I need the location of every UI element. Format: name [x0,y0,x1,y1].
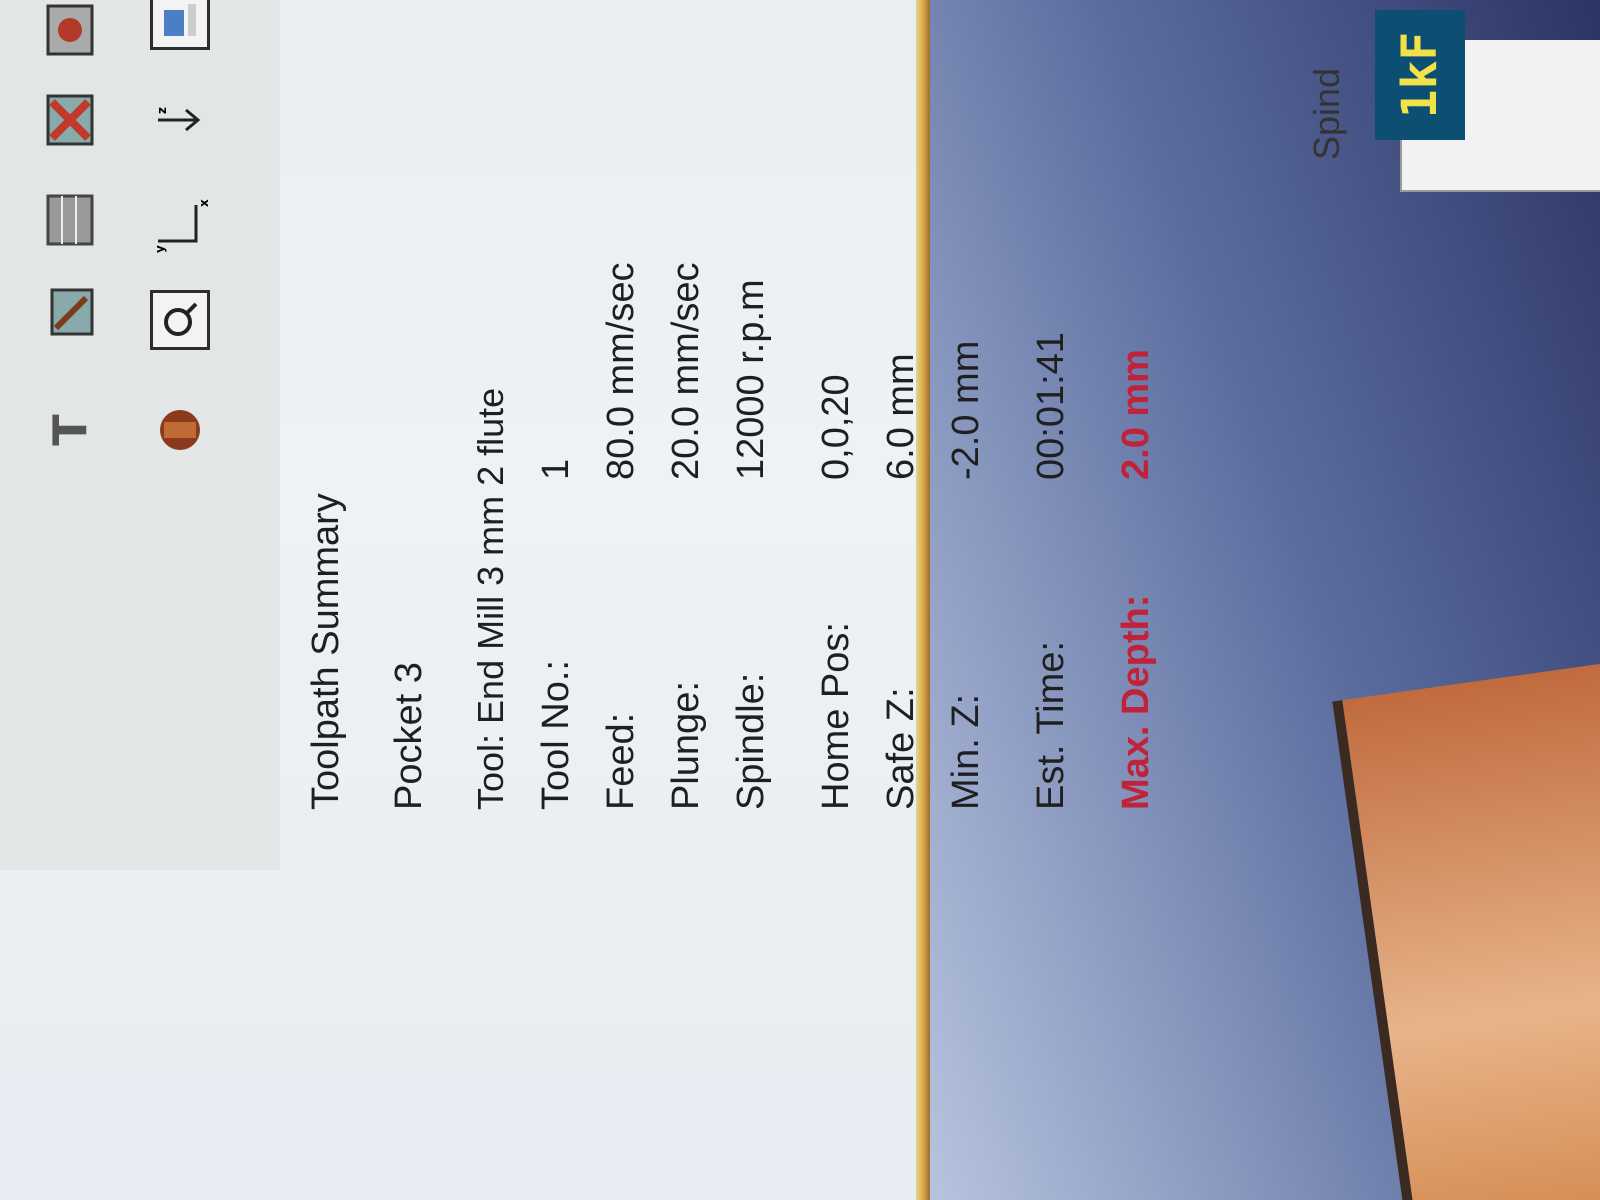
spindle-speed-display: 1kF [1375,10,1465,140]
svg-text:z: z [155,107,169,114]
tool-description: Tool: End Mill 3 mm 2 flute [470,387,511,810]
delete-icon[interactable] [40,90,100,150]
panel-border [916,0,930,1200]
row-value: 80.0 mm/sec [600,262,642,480]
svg-text:y: y [153,245,167,253]
svg-text:x: x [197,199,210,207]
row-label: Plunge: [665,681,707,810]
row-label: Home Pos: [815,622,857,810]
preview-icon[interactable] [150,290,210,350]
row-value: 1 [535,458,577,480]
row-label: Spindle: [730,672,772,810]
spindle-label: Spind [1306,67,1347,160]
wood-workpiece [1332,663,1600,1200]
gcode-icon[interactable] [40,280,100,340]
toolpath-summary-panel: T yx z Toolpath Summary Pocket 3 Tool: E… [0,0,930,1200]
text-tool-icon[interactable]: T [40,400,100,460]
layer-icon[interactable] [150,0,210,50]
row-value: 0,0,20 [815,374,857,480]
toolbar: T yx z [0,0,280,870]
axis-icon[interactable]: yx [150,195,210,255]
row-label: Tool No.: [535,660,577,810]
rotated-screen: T yx z Toolpath Summary Pocket 3 Tool: E… [0,0,1600,1200]
z-axis-icon[interactable]: z [150,90,210,150]
toolpath-name: Pocket 3 [388,662,430,810]
table-icon[interactable] [40,190,100,250]
settings-icon[interactable] [40,0,100,60]
lathe-icon[interactable] [150,400,210,460]
row-label: Feed: [600,712,642,810]
summary-title: Toolpath Summary [305,493,347,810]
row-value: 20.0 mm/sec [665,262,707,480]
row-value: 12000 r.p.m [730,279,772,480]
